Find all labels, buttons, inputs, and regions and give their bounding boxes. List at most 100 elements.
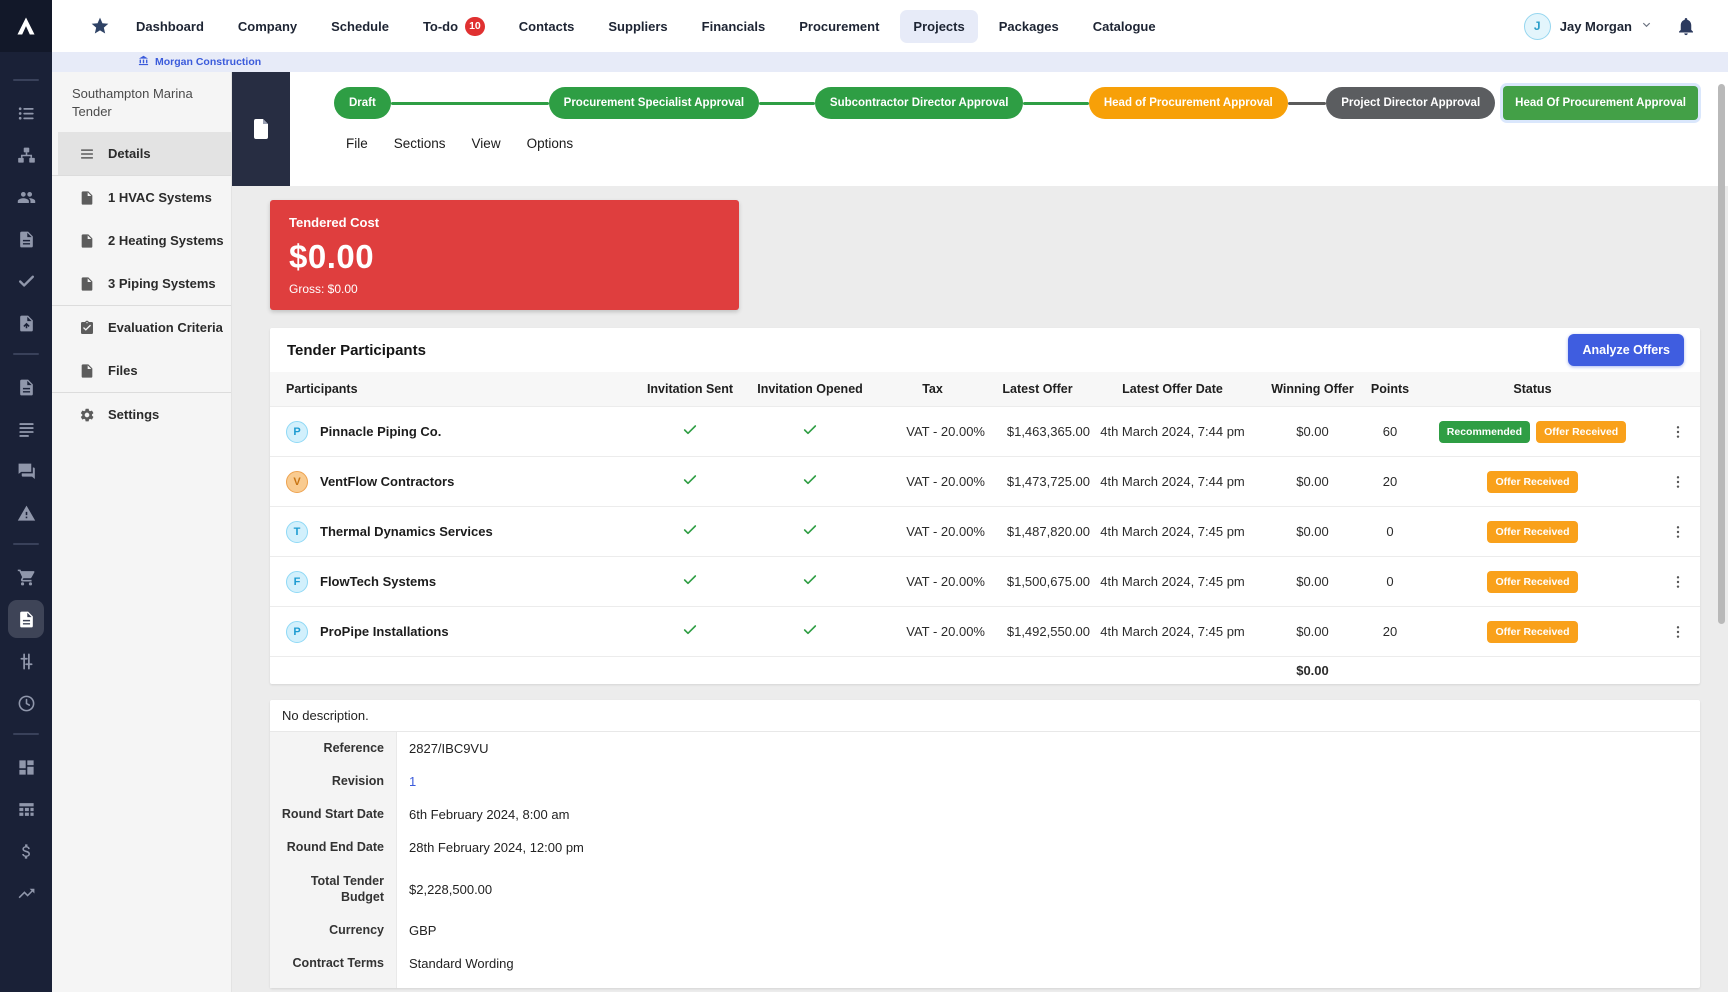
sidebar-item-label: Evaluation Criteria	[108, 320, 223, 335]
latest-offer-cell: $1,463,365.00	[985, 407, 1090, 456]
app-logo[interactable]	[0, 0, 52, 52]
table-row[interactable]: VVentFlow ContractorsVAT - 20.00%$1,473,…	[270, 456, 1700, 506]
analyze-offers-button[interactable]: Analyze Offers	[1568, 334, 1684, 366]
scrollbar-thumb[interactable]	[1718, 84, 1725, 624]
detail-field-row: CurrencyGBP	[270, 914, 1700, 947]
column-header: Invitation Sent	[640, 372, 740, 406]
user-menu[interactable]: J Jay Morgan	[1524, 13, 1652, 40]
nav-item-contacts[interactable]: Contacts	[519, 19, 575, 34]
nav-item-procurement[interactable]: Procurement	[799, 19, 879, 34]
document-icon[interactable]	[8, 218, 44, 260]
kebab-menu-icon[interactable]	[1670, 424, 1686, 440]
people-icon[interactable]	[8, 176, 44, 218]
detail-field-value[interactable]: 1	[397, 765, 428, 798]
nav-item-dashboard[interactable]: Dashboard	[136, 19, 204, 34]
participant-avatar: T	[286, 521, 308, 543]
kebab-menu-icon[interactable]	[1670, 574, 1686, 590]
chat-icon[interactable]	[8, 450, 44, 492]
sidebar-item-1-hvac-systems[interactable]: 1 HVAC Systems	[58, 176, 231, 219]
kebab-menu-icon[interactable]	[1670, 524, 1686, 540]
table-row[interactable]: FFlowTech SystemsVAT - 20.00%$1,500,675.…	[270, 556, 1700, 606]
content-area: DraftProcurement Specialist ApprovalSubc…	[232, 72, 1728, 992]
nav-item-suppliers[interactable]: Suppliers	[608, 19, 667, 34]
row-menu-cell	[1655, 507, 1700, 556]
app-window: Dashboard Company Schedule To-do10 Contacts S…	[0, 0, 1728, 992]
trend-up-icon[interactable]	[8, 872, 44, 914]
workflow-step-pill: Head of Procurement Approval	[1089, 87, 1288, 119]
table-row[interactable]: PProPipe InstallationsVAT - 20.00%$1,492…	[270, 606, 1700, 656]
org-chart-icon[interactable]	[8, 134, 44, 176]
menu-item-view[interactable]: View	[472, 136, 501, 151]
file-icon	[79, 233, 95, 249]
nav-item-schedule[interactable]: Schedule	[331, 19, 389, 34]
workflow-step-pill: Procurement Specialist Approval	[549, 87, 759, 119]
status-badge: Offer Received	[1487, 471, 1577, 493]
latest-offer-date-cell: 4th March 2024, 7:45 pm	[1090, 557, 1255, 606]
cart-icon[interactable]	[8, 556, 44, 598]
sliders-icon[interactable]	[8, 640, 44, 682]
points-cell: 0	[1370, 507, 1410, 556]
check-icon	[802, 622, 818, 641]
status-cell: RecommendedOffer Received	[1410, 407, 1655, 456]
winning-offer-cell: $0.00	[1255, 407, 1370, 456]
clock-icon[interactable]	[8, 682, 44, 724]
kebab-menu-icon[interactable]	[1670, 624, 1686, 640]
check-icon	[802, 472, 818, 491]
detail-field-row: Round End Date28th February 2024, 12:00 …	[270, 831, 1700, 864]
table-icon[interactable]	[8, 788, 44, 830]
table-row[interactable]: PPinnacle Piping Co.VAT - 20.00%$1,463,3…	[270, 406, 1700, 456]
nav-item-financials[interactable]: Financials	[702, 19, 766, 34]
nav-item-label: Financials	[702, 19, 766, 34]
detail-fields-footer	[270, 980, 1700, 988]
column-header: Latest Offer Date	[1090, 372, 1255, 406]
total-empty-cell	[1370, 657, 1410, 684]
warning-icon[interactable]	[8, 492, 44, 534]
left-icon-rail	[0, 0, 52, 992]
document-tab[interactable]	[232, 72, 290, 186]
table-row[interactable]: TThermal Dynamics ServicesVAT - 20.00%$1…	[270, 506, 1700, 556]
scrollbar[interactable]	[1718, 80, 1725, 988]
menu-item-sections[interactable]: Sections	[394, 136, 446, 151]
document-icon[interactable]	[8, 600, 44, 638]
nav-item-packages[interactable]: Packages	[999, 19, 1059, 34]
kebab-menu-icon[interactable]	[1670, 474, 1686, 490]
workflow-step-pill: Project Director Approval	[1326, 87, 1495, 119]
invitation-sent-cell	[640, 557, 740, 606]
sidebar-item-settings[interactable]: Settings	[58, 393, 231, 436]
detail-field-value: Standard Wording	[397, 947, 526, 980]
sidebar-item-evaluation-criteria[interactable]: Evaluation Criteria	[58, 306, 231, 349]
list-icon[interactable]	[8, 92, 44, 134]
invitation-opened-cell	[740, 407, 880, 456]
dashboard-grid-icon[interactable]	[8, 746, 44, 788]
dollar-icon[interactable]	[8, 830, 44, 872]
sidebar-item-details[interactable]: Details	[58, 132, 231, 175]
nav-item-label: Dashboard	[136, 19, 204, 34]
text-lines-icon[interactable]	[8, 408, 44, 450]
check-icon	[682, 522, 698, 541]
nav-item-company[interactable]: Company	[238, 19, 297, 34]
favorites-star-icon[interactable]	[90, 16, 110, 36]
file-upload-icon[interactable]	[8, 302, 44, 344]
checkmark-icon[interactable]	[8, 260, 44, 302]
column-header: Participants	[270, 372, 640, 406]
sidebar-item-label: 3 Piping Systems	[108, 276, 216, 291]
breadcrumb[interactable]: Morgan Construction	[52, 52, 1728, 72]
participant-cell: VVentFlow Contractors	[270, 457, 640, 506]
tender-sidebar: Southampton Marina Tender Details1 HVAC …	[52, 72, 232, 992]
participants-panel-header: Tender Participants Analyze Offers	[270, 328, 1700, 372]
sidebar-item-files[interactable]: Files	[58, 349, 231, 392]
menu-item-file[interactable]: File	[346, 136, 368, 151]
invitation-sent-cell	[640, 607, 740, 656]
nav-item-to-do[interactable]: To-do10	[423, 17, 485, 36]
notifications-bell-icon[interactable]	[1676, 16, 1696, 37]
document-icon[interactable]	[8, 366, 44, 408]
nav-item-catalogue[interactable]: Catalogue	[1093, 19, 1156, 34]
sidebar-item-2-heating-systems[interactable]: 2 Heating Systems	[58, 219, 231, 262]
nav-item-projects[interactable]: Projects	[900, 10, 977, 43]
sidebar-item-3-piping-systems[interactable]: 3 Piping Systems	[58, 262, 231, 305]
head-of-procurement-approval-button[interactable]: Head Of Procurement Approval	[1503, 86, 1698, 120]
participant-name: Pinnacle Piping Co.	[320, 424, 441, 439]
user-name: Jay Morgan	[1560, 19, 1632, 34]
menu-item-options[interactable]: Options	[527, 136, 574, 151]
file-icon	[79, 276, 95, 292]
